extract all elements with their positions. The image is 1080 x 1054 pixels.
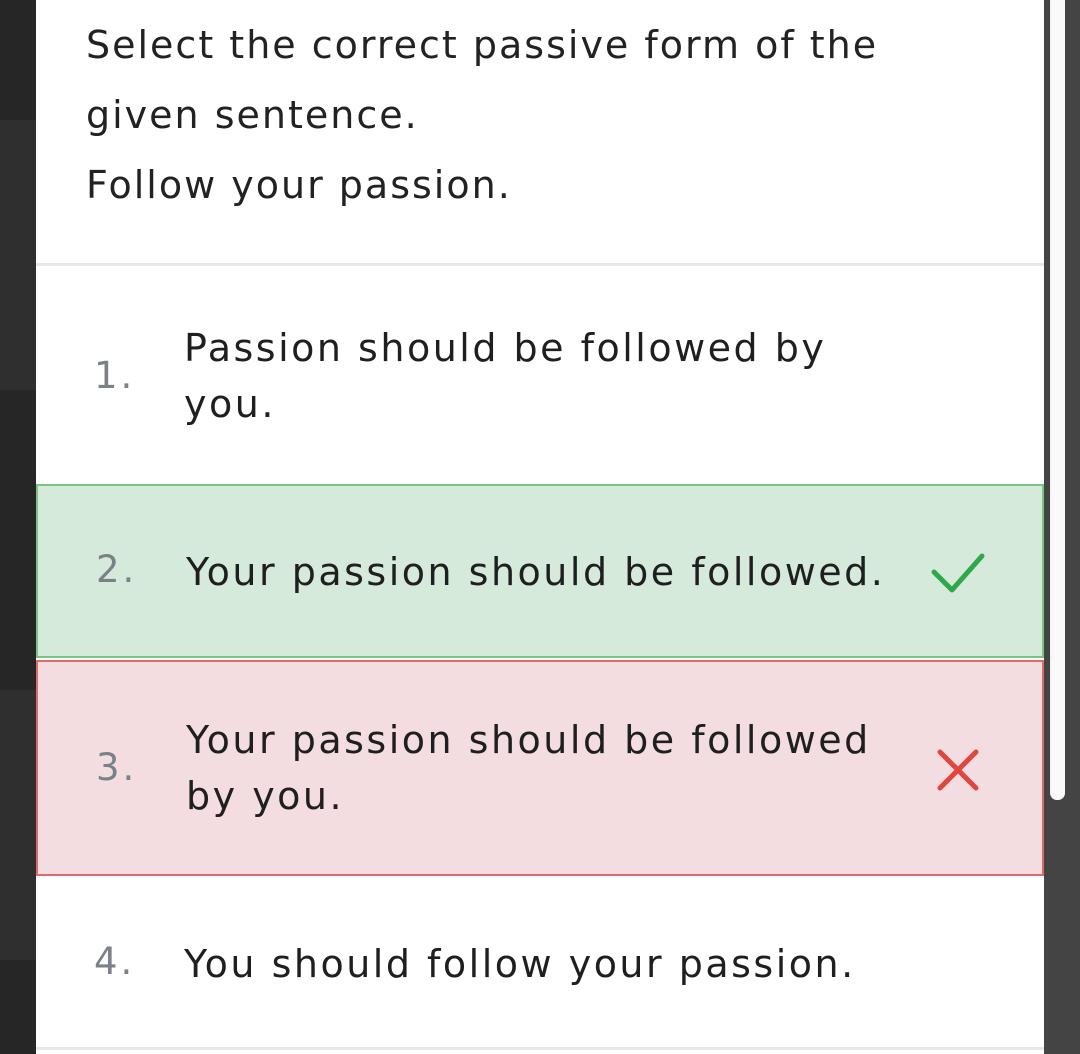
option-text: Your passion should be followed by you. [186,712,886,824]
question-line: Select the correct passive form of the [86,23,879,67]
background-panel [0,690,36,960]
option-text: You should follow your passion. [184,936,944,992]
question-text: Select the correct passive form of the g… [86,10,986,220]
option-text-line: Your passion should be followed. [186,550,886,594]
option-text: Your passion should be followed. [186,544,946,600]
background-panel [0,120,36,390]
question-card: Select the correct passive form of the g… [36,0,1065,1054]
background-left-edge [0,0,36,1054]
option-text-line: Your passion should be followed [186,718,871,762]
option-number: 3. [96,746,138,789]
option-text: Passion should be followed by you. [184,320,884,432]
option-3[interactable]: 3. Your passion should be followed by yo… [36,660,1044,876]
option-number: 2. [96,548,138,591]
option-4[interactable]: 4. You should follow your passion. [36,876,1044,1046]
cross-icon [937,749,979,791]
option-1[interactable]: 1. Passion should be followed by you. [36,266,1044,484]
question-line: Follow your passion. [86,163,512,207]
divider [36,1047,1044,1050]
option-text-line: You should follow your passion. [184,942,856,986]
option-number: 4. [94,940,136,983]
option-2[interactable]: 2. Your passion should be followed. [36,484,1044,658]
question-line: given sentence. [86,93,419,137]
option-text-line: Passion should be followed by [184,326,827,370]
option-text-line: you. [184,382,276,426]
scrollbar[interactable] [1050,0,1065,800]
check-icon [931,553,985,593]
option-number: 1. [94,354,136,397]
option-text-line: by you. [186,774,345,818]
